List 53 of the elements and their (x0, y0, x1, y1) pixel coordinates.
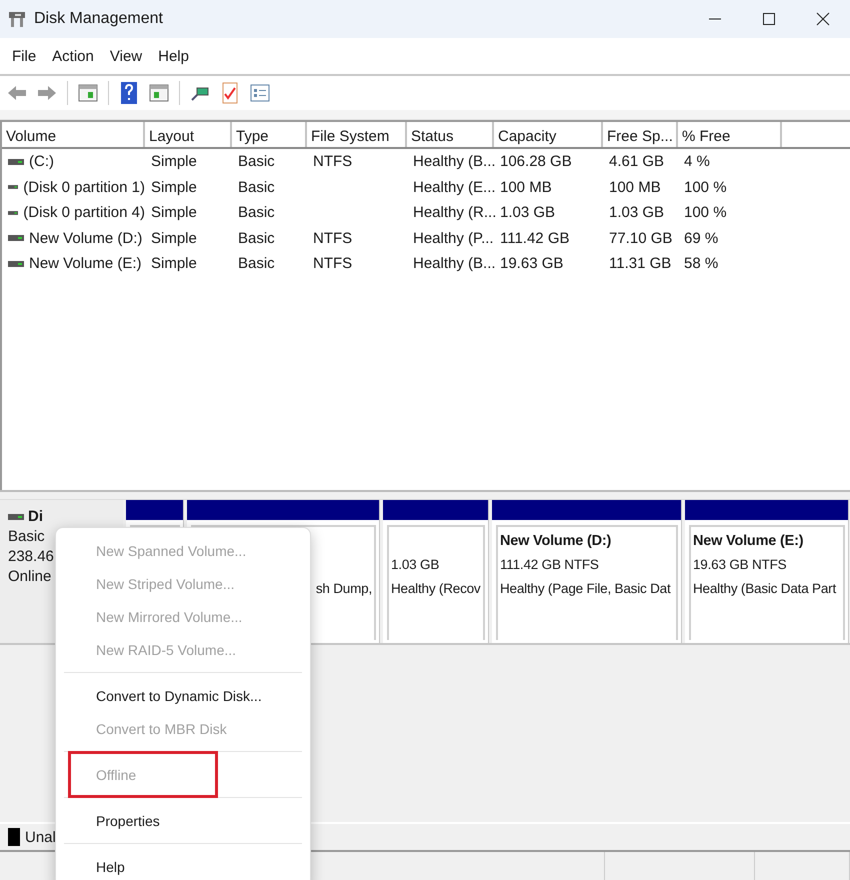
file-system-cell: NTFS (313, 255, 352, 272)
partition-status: Healthy (Basic Data Part (693, 581, 836, 598)
partition-name: New Volume (E:) (693, 533, 804, 551)
percent-free-cell: 58 % (684, 255, 718, 272)
capacity-cell: 100 MB (500, 178, 552, 196)
partition-size: 111.42 GB NTFS (500, 557, 599, 574)
capacity-cell: 19.63 GB (500, 255, 564, 272)
percent-free-cell: 100 % (684, 204, 727, 222)
layout-cell: Simple (151, 178, 197, 196)
legend-label: Unal (25, 828, 56, 846)
disk-type: Basic (8, 528, 45, 545)
type-cell: Basic (238, 204, 275, 222)
partition-status: sh Dump, (316, 581, 372, 598)
window-title: Disk Management (34, 10, 164, 28)
disk-name: Di (28, 508, 43, 525)
status-cell: Healthy (B... (413, 153, 496, 170)
disk-state: Online (8, 568, 52, 585)
free-space-cell: 1.03 GB (609, 204, 664, 222)
file-system-cell: NTFS (313, 230, 352, 247)
layout-cell: Simple (151, 255, 197, 272)
percent-free-cell: 69 % (684, 230, 718, 247)
partition-size: 1.03 GB (391, 557, 440, 574)
capacity-cell: 1.03 GB (500, 204, 556, 222)
capacity-cell: 106.28 GB (500, 153, 572, 170)
layout-cell: Simple (151, 204, 197, 222)
partition-name: New Volume (D:) (500, 533, 612, 551)
free-space-cell: 4.61 GB (609, 153, 664, 170)
type-cell: Basic (238, 153, 275, 170)
type-cell: Basic (238, 178, 275, 196)
free-space-cell: 100 MB (609, 178, 661, 196)
layout-cell: Simple (151, 230, 197, 247)
volume-cell: New Volume (D:) (29, 230, 142, 247)
file-system-cell: NTFS (313, 153, 352, 170)
type-cell: Basic (238, 255, 275, 272)
status-cell: Healthy (B... (413, 255, 496, 272)
disk-size: 238.46 (8, 548, 54, 565)
free-space-cell: 77.10 GB (609, 230, 672, 247)
free-space-cell: 11.31 GB (609, 255, 672, 272)
volume-cell: (C:) (29, 153, 54, 170)
partition-status: Healthy (Recov (391, 581, 480, 598)
status-cell: Healthy (E... (413, 178, 496, 196)
percent-free-cell: 4 % (684, 153, 710, 170)
volume-cell: New Volume (E:) (29, 255, 142, 272)
partition-status: Healthy (Page File, Basic Dat (500, 581, 671, 598)
status-cell: Healthy (R... (413, 204, 496, 222)
capacity-cell: 111.42 GB (500, 230, 570, 247)
percent-free-cell: 100 % (684, 178, 727, 196)
type-cell: Basic (238, 230, 275, 247)
volume-cell: (Disk 0 partition 4) (23, 204, 145, 222)
layout-cell: Simple (151, 153, 197, 170)
partition-size: 19.63 GB NTFS (693, 557, 786, 574)
status-cell: Healthy (P... (413, 230, 494, 247)
volume-cell: (Disk 0 partition 1) (23, 178, 145, 196)
